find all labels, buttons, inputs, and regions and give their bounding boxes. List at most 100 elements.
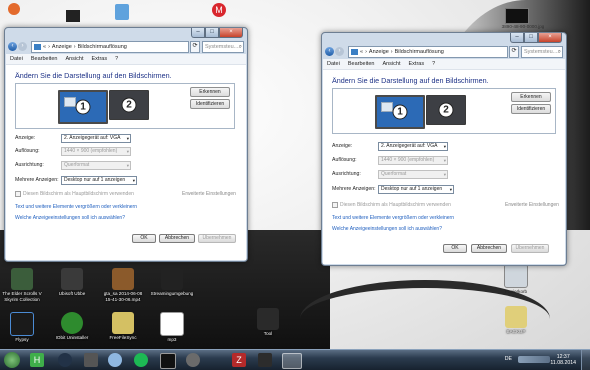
minimize-button[interactable]: – xyxy=(191,28,205,38)
forward-icon[interactable]: › xyxy=(335,47,344,56)
menu-ansicht[interactable]: Ansicht xyxy=(378,61,404,67)
desktop-icon-flypsy[interactable]: Flypsy xyxy=(0,312,44,343)
game-icon[interactable] xyxy=(66,10,80,22)
menu-help[interactable]: ? xyxy=(428,61,439,67)
menu-datei[interactable]: Datei xyxy=(6,56,27,62)
backup-folder-icon xyxy=(505,306,527,328)
hauptbildschirm-checkbox[interactable]: Diesen Bildschirm als Hauptbildschirm ve… xyxy=(332,202,451,208)
anzeige-select[interactable]: 2. Anzeigegerät auf: VGA ▾ xyxy=(61,134,131,143)
setup-icon[interactable] xyxy=(115,4,129,20)
forward-icon[interactable]: › xyxy=(18,42,27,51)
abbrechen-button[interactable]: Abbrechen xyxy=(471,244,507,253)
tool-icon xyxy=(257,308,279,330)
monitor-2[interactable]: 2 xyxy=(109,90,149,120)
grid-app-icon[interactable] xyxy=(258,353,272,367)
show-desktop-button[interactable] xyxy=(581,350,590,370)
address-field[interactable]: « › Anzeige › Bildschirmauflösung xyxy=(31,40,189,53)
close-button[interactable]: × xyxy=(219,28,243,38)
refresh-icon[interactable]: ⟳ xyxy=(190,40,200,53)
desktop-icon-skyrim[interactable]: The Elder Scrolls V Skyrim Collection xyxy=(0,268,44,302)
address-overflow[interactable]: « xyxy=(360,49,363,55)
media-icon[interactable] xyxy=(84,353,98,367)
title-bar[interactable]: – □ × xyxy=(322,33,566,43)
ausrichtung-select[interactable]: Querformat ▾ xyxy=(61,161,131,170)
desktop-icon-freefilesync[interactable]: FreeFileSync xyxy=(101,312,145,341)
system-tray: DE 12:37 11.08.2014 xyxy=(460,350,590,370)
desktop-icon-tool[interactable]: Tool xyxy=(246,308,290,337)
anzeigeeinstellungen-hilfe-link[interactable]: Welche Anzeigeeinstellungen soll ich aus… xyxy=(15,215,125,221)
desktop-icon-stream[interactable]: Streamingumgebung xyxy=(150,268,194,297)
desktop-icon-ubisoft[interactable]: Ubisoft Ubbe xyxy=(50,268,94,297)
anzeigeeinstellungen-hilfe-link[interactable]: Welche Anzeigeeinstellungen soll ich aus… xyxy=(332,226,442,232)
back-icon[interactable]: ‹ xyxy=(8,42,17,51)
ausrichtung-select[interactable]: Querformat ▾ xyxy=(378,170,448,179)
language-indicator[interactable]: DE xyxy=(505,356,512,362)
identifizieren-button[interactable]: Identifizieren xyxy=(190,99,230,109)
hauptbildschirm-checkbox[interactable]: Diesen Bildschirm als Hauptbildschirm ve… xyxy=(15,191,134,197)
minimize-button[interactable]: – xyxy=(510,33,524,43)
mehrere-anzeigen-select[interactable]: Desktop nur auf 1 anzeigen ▾ xyxy=(378,185,454,194)
close-button[interactable]: × xyxy=(538,33,562,43)
search-input[interactable]: Systemsteu... ⌕ xyxy=(202,40,244,53)
ok-button[interactable]: OK xyxy=(443,244,467,253)
maximize-button[interactable]: □ xyxy=(205,28,219,38)
display-settings-icon[interactable] xyxy=(282,353,302,369)
breadcrumb-anzeige[interactable]: Anzeige xyxy=(52,44,72,50)
search-input[interactable]: Systemsteu... ⌕ xyxy=(521,45,563,58)
jpg-file-icon[interactable] xyxy=(505,8,529,24)
desktop-icon-gta-video[interactable]: gta_sa 2014-06-08 15-41-30-06.mp4 xyxy=(101,268,145,302)
start-orb-icon[interactable] xyxy=(4,352,20,368)
mega-icon[interactable]: M xyxy=(212,3,226,17)
text-groesse-link[interactable]: Text und weitere Elemente vergrößern ode… xyxy=(332,215,454,221)
desktop-icon-mp3[interactable]: mp3 xyxy=(150,312,194,343)
display-settings-window-right: – □ × ‹ › « › Anzeige › Bildschirmauflös… xyxy=(321,32,567,266)
abbrechen-button[interactable]: Abbrechen xyxy=(159,234,195,243)
menu-bearbeiten[interactable]: Bearbeiten xyxy=(344,61,379,67)
ok-button[interactable]: OK xyxy=(132,234,156,243)
spotify-icon[interactable] xyxy=(134,353,148,367)
terminal-icon[interactable] xyxy=(160,353,176,369)
ubisoft-icon xyxy=(61,268,83,290)
aufloesung-select[interactable]: 1440 × 900 (empfohlen) ▾ xyxy=(61,147,131,156)
origin-icon[interactable] xyxy=(8,3,20,15)
tool-icon[interactable] xyxy=(186,353,200,367)
monitor-1[interactable]: 1 xyxy=(58,90,108,124)
clock[interactable]: 12:37 11.08.2014 xyxy=(550,354,576,366)
erkennen-button[interactable]: Erkennen xyxy=(511,92,551,102)
text-groesse-link[interactable]: Text und weitere Elemente vergrößern ode… xyxy=(15,204,137,210)
maximize-button[interactable]: □ xyxy=(524,33,538,43)
checkbox-box xyxy=(15,191,21,197)
refresh-icon[interactable]: ⟳ xyxy=(509,45,519,58)
itunes-icon[interactable] xyxy=(108,353,122,367)
title-bar[interactable]: – □ × xyxy=(5,28,247,38)
green-app-icon[interactable]: H xyxy=(30,353,44,367)
address-field[interactable]: « › Anzeige › Bildschirmauflösung xyxy=(348,45,508,58)
desktop-icon-papierkorb[interactable]: Papierkorb xyxy=(494,264,538,295)
anzeige-select[interactable]: 2. Anzeigegerät auf: VGA ▾ xyxy=(378,142,448,151)
steam-icon[interactable] xyxy=(58,353,72,367)
monitor-1[interactable]: 1 xyxy=(375,95,425,129)
erkennen-button[interactable]: Erkennen xyxy=(190,87,230,97)
breadcrumb-bildschirmaufloesung[interactable]: Bildschirmauflösung xyxy=(395,49,444,55)
desktop-icon-backup[interactable]: BACKUP xyxy=(494,306,538,335)
menu-datei[interactable]: Datei xyxy=(323,61,344,67)
filezilla-icon[interactable]: Z xyxy=(232,353,246,367)
menu-extras[interactable]: Extras xyxy=(88,56,112,62)
erweiterte-einstellungen-link[interactable]: Erweiterte Einstellungen xyxy=(182,191,236,197)
erweiterte-einstellungen-link[interactable]: Erweiterte Einstellungen xyxy=(505,202,559,208)
monitor-2[interactable]: 2 xyxy=(426,95,466,125)
menu-bearbeiten[interactable]: Bearbeiten xyxy=(27,56,62,62)
aufloesung-select[interactable]: 1440 × 900 (empfohlen) ▾ xyxy=(378,156,448,165)
mehrere-anzeigen-select[interactable]: Desktop nur auf 1 anzeigen ▾ xyxy=(61,176,137,185)
breadcrumb-bildschirmaufloesung[interactable]: Bildschirmauflösung xyxy=(78,44,127,50)
uebernehmen-button[interactable]: Übernehmen xyxy=(198,234,236,243)
menu-help[interactable]: ? xyxy=(111,56,122,62)
identifizieren-button[interactable]: Identifizieren xyxy=(511,104,551,114)
desktop-icon-iobit[interactable]: IObit Uninstaller xyxy=(50,312,94,341)
menu-ansicht[interactable]: Ansicht xyxy=(61,56,87,62)
uebernehmen-button[interactable]: Übernehmen xyxy=(511,244,549,253)
menu-extras[interactable]: Extras xyxy=(405,61,429,67)
back-icon[interactable]: ‹ xyxy=(325,47,334,56)
breadcrumb-anzeige[interactable]: Anzeige xyxy=(369,49,389,55)
address-overflow[interactable]: « xyxy=(43,44,46,50)
